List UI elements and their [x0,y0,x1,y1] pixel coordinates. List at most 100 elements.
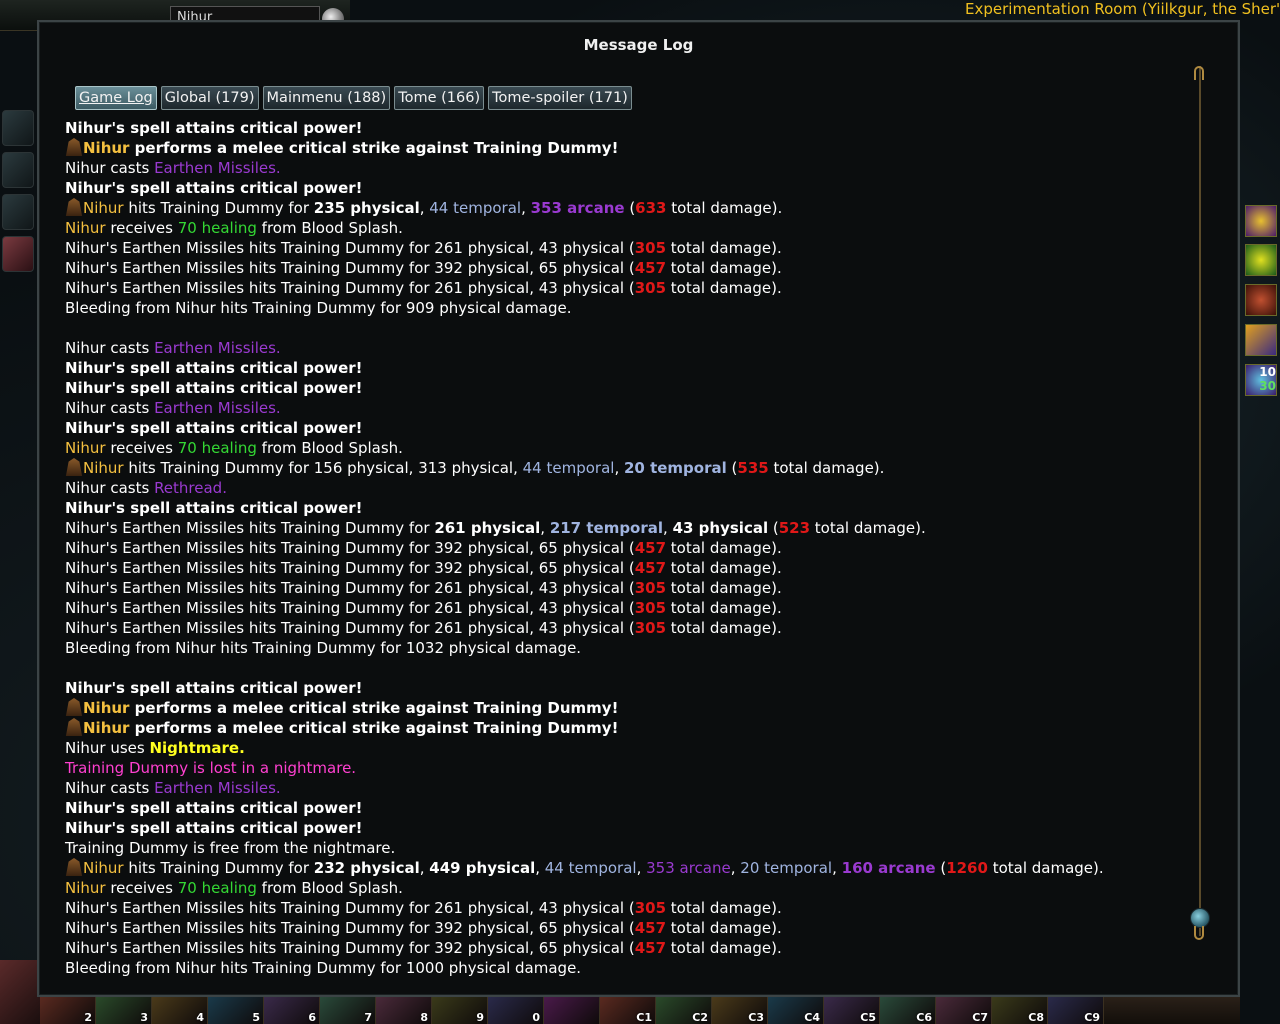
hotbar-slot[interactable]: 5 [208,997,264,1024]
log-segment: Nihur's Earthen Missiles hits Training D… [65,279,635,297]
log-segment: , [614,459,624,477]
log-line: Nihur's Earthen Missiles hits Training D… [65,538,1185,558]
tab-game-log[interactable]: Game Log [75,86,157,110]
log-segment: 449 physical [429,859,536,877]
log-segment: Earthen Missiles. [154,399,281,417]
hotbar-slot[interactable]: C1 [600,997,656,1024]
log-line: Nihur's Earthen Missiles hits Training D… [65,558,1185,578]
log-segment: 43 physical [672,519,769,537]
hotkey-label: 4 [196,1011,204,1024]
log-line: Nihur uses Nightmare. [65,738,1185,758]
hotkey-label: 0 [532,1011,540,1024]
log-segment: 160 arcane [841,859,936,877]
swirl-icon[interactable] [2,152,34,188]
log-segment: Nihur [83,199,124,217]
log-segment: Nihur's spell attains critical power! [65,679,363,697]
log-segment: 20 temporal [623,459,727,477]
flesh-icon[interactable] [2,236,34,272]
log-segment: , [535,859,545,877]
hotbar-slot[interactable]: C8 [992,997,1048,1024]
player-avatar-icon [65,138,83,156]
hotbar-slot[interactable]: C9 [1048,997,1104,1024]
hotbar-slot[interactable]: C3 [712,997,768,1024]
log-segment: 232 physical [313,859,420,877]
hotkey-label: 2 [84,1011,92,1024]
tab-global[interactable]: Global (179) [160,86,259,110]
log-line: Nihur casts Rethread. [65,478,1185,498]
tab-tome[interactable]: Tome (166) [394,86,485,110]
log-segment: performs a melee critical strike against… [129,699,619,717]
armor-talent-icon[interactable] [1245,284,1277,316]
weapon-icon[interactable] [2,194,34,230]
log-line: Training Dummy is lost in a nightmare. [65,758,1185,778]
leaf-talent-icon[interactable] [1245,244,1277,276]
log-segment: 305 [634,899,667,917]
log-segment: 44 temporal [429,199,522,217]
log-segment: total damage). [810,519,926,537]
log-segment: Nihur's spell attains critical power! [65,379,363,397]
hotbar-slot[interactable] [544,997,600,1024]
log-segment: Nihur's spell attains critical power! [65,819,363,837]
cooldown-count-2: 30 [1259,379,1276,393]
log-segment: 457 [634,939,667,957]
log-segment: 633 [635,199,667,217]
scroll-thumb[interactable] [1190,908,1210,928]
log-segment: Nihur's spell attains critical power! [65,799,363,817]
hotkey-label: C4 [804,1011,820,1024]
log-segment: 44 temporal [544,859,637,877]
log-segment: total damage). [666,619,782,637]
hotbar-slot[interactable]: 9 [432,997,488,1024]
hotbar-slot[interactable]: 4 [152,997,208,1024]
hotbar-slot[interactable]: C6 [880,997,936,1024]
log-segment: receives [105,879,178,897]
log-line: Nihur performs a melee critical strike a… [65,698,1185,718]
log-segment: 535 [737,459,769,477]
scrollbar[interactable] [1190,66,1210,940]
log-segment: Earthen Missiles. [154,339,281,357]
player-avatar-icon [65,698,83,716]
hotbar-slot[interactable]: C5 [824,997,880,1024]
hotbar-slot[interactable]: 6 [264,997,320,1024]
log-line: Nihur performs a melee critical strike a… [65,138,1185,158]
log-line: Nihur receives 70 healing from Blood Spl… [65,438,1185,458]
hotbar-slot[interactable]: C4 [768,997,824,1024]
crossed-swords-icon[interactable] [1245,324,1277,356]
log-segment: 353 arcane [530,199,625,217]
log-segment: Nihur's spell attains critical power! [65,179,363,197]
zone-title: Experimentation Room (Yiilkgur, the Sher… [965,0,1280,18]
hotbar-left-frame [0,960,40,1024]
hotkey-label: C2 [692,1011,708,1024]
log-segment: Training Dummy is lost in a nightmare. [65,759,357,777]
log-segment: performs a melee critical strike against… [129,139,619,157]
log-segment: 305 [634,279,667,297]
log-segment: , [730,859,741,877]
hotbar-slot[interactable]: 7 [320,997,376,1024]
hotbar-slot[interactable]: C2 [656,997,712,1024]
log-segment: 457 [634,559,667,577]
tab-tome-spoiler[interactable]: Tome-spoiler (171) [488,86,632,110]
log-line: Nihur's spell attains critical power! [65,818,1185,838]
hotbar-slot[interactable]: C7 [936,997,992,1024]
log-segment: Nihur casts [65,479,155,497]
knot-icon[interactable] [2,110,34,146]
hotbar: 2 3 4 5 6 7 8 9 0 C1 C2 C3 C4 C5 C6 C7 C8 C9 [40,997,1240,1024]
log-segment: 20 temporal [740,859,833,877]
log-segment: Earthen Missiles. [154,159,281,177]
cooldown-talent-icon[interactable]: 10 30 [1245,364,1277,396]
hotkey-label: C1 [636,1011,652,1024]
log-line: Nihur casts Earthen Missiles. [65,338,1185,358]
log-segment: from Blood Splash. [256,439,403,457]
hotbar-slot[interactable]: 0 [488,997,544,1024]
log-line: Nihur receives 70 healing from Blood Spl… [65,878,1185,898]
log-segment: Nihur [83,459,124,477]
hotbar-slot[interactable]: 3 [96,997,152,1024]
scroll-bottom-ornament [1194,926,1204,940]
burst-talent-icon[interactable] [1245,205,1277,237]
hotbar-slot[interactable]: 2 [40,997,96,1024]
hotbar-slot[interactable]: 8 [376,997,432,1024]
tab-mainmenu[interactable]: Mainmenu (188) [262,86,391,110]
log-segment: Nihur's Earthen Missiles hits Training D… [65,519,435,537]
log-line: Nihur casts Earthen Missiles. [65,398,1185,418]
log-segment: Nihur's spell attains critical power! [65,419,363,437]
